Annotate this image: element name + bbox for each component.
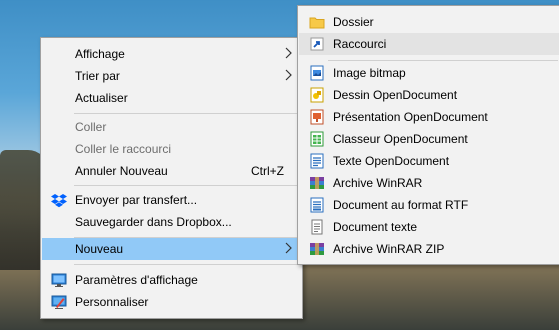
- menu-item-label: Dossier: [333, 15, 374, 29]
- menu-item-label: Affichage: [75, 47, 125, 61]
- desktop-context-menu: Affichage Trier par Actualiser Coller Co…: [40, 37, 303, 319]
- submenu-arrow-icon: [285, 69, 292, 81]
- menu-item-label: Envoyer par transfert...: [75, 193, 198, 207]
- winrar-zip-icon: [310, 243, 324, 255]
- menu-item-label: Archive WinRAR ZIP: [333, 242, 445, 256]
- menu-item-label: Document texte: [333, 220, 418, 234]
- submenu-item-image-bitmap[interactable]: Image bitmap: [299, 62, 559, 84]
- menu-separator: [328, 60, 558, 61]
- menu-item-label: Sauvegarder dans Dropbox...: [75, 215, 232, 229]
- menu-item-label: Présentation OpenDocument: [333, 110, 488, 124]
- new-submenu: Dossier Raccourci Image bitmap Dessin Op…: [297, 5, 559, 265]
- menu-item-label: Trier par: [75, 69, 120, 83]
- opendocument-spreadsheet-icon: [310, 131, 324, 147]
- submenu-item-document-texte[interactable]: Document texte: [299, 216, 559, 238]
- menu-item-label: Coller le raccourci: [75, 142, 172, 156]
- menu-separator: [74, 264, 300, 265]
- menu-item-sauvegarder-dropbox[interactable]: Sauvegarder dans Dropbox...: [42, 211, 301, 233]
- menu-item-parametres-affichage[interactable]: Paramètres d'affichage: [42, 269, 301, 291]
- menu-item-personnaliser[interactable]: Personnaliser: [42, 291, 301, 313]
- winrar-archive-icon: [310, 177, 324, 189]
- menu-item-coller: Coller: [42, 116, 301, 138]
- submenu-item-dossier[interactable]: Dossier: [299, 11, 559, 33]
- menu-item-affichage[interactable]: Affichage: [42, 43, 301, 65]
- submenu-item-archive-winrar-zip[interactable]: Archive WinRAR ZIP: [299, 238, 559, 260]
- menu-item-label: Personnaliser: [75, 295, 149, 309]
- menu-item-label: Coller: [75, 120, 107, 134]
- menu-item-label: Archive WinRAR: [333, 176, 423, 190]
- opendocument-presentation-icon: [310, 109, 324, 125]
- submenu-item-archive-winrar[interactable]: Archive WinRAR: [299, 172, 559, 194]
- submenu-item-dessin-opendocument[interactable]: Dessin OpenDocument: [299, 84, 559, 106]
- menu-item-nouveau[interactable]: Nouveau: [42, 238, 301, 260]
- menu-separator: [74, 113, 300, 114]
- menu-item-trier-par[interactable]: Trier par: [42, 65, 301, 87]
- submenu-arrow-icon: [285, 242, 292, 254]
- opendocument-drawing-icon: [310, 87, 324, 103]
- menu-item-coller-raccourci: Coller le raccourci: [42, 138, 301, 160]
- menu-item-envoyer-par-transfert[interactable]: Envoyer par transfert...: [42, 189, 301, 211]
- submenu-arrow-icon: [285, 47, 292, 59]
- menu-separator: [74, 185, 300, 186]
- display-settings-icon: [51, 273, 67, 287]
- menu-item-label: Image bitmap: [333, 66, 406, 80]
- text-document-icon: [311, 219, 323, 235]
- personalize-icon: [51, 295, 67, 309]
- folder-icon: [309, 17, 325, 29]
- menu-item-label: Paramètres d'affichage: [75, 273, 198, 287]
- menu-item-shortcut: Ctrl+Z: [251, 164, 284, 178]
- menu-item-label: Nouveau: [75, 242, 124, 256]
- menu-item-label: Document au format RTF: [333, 198, 469, 212]
- submenu-item-classeur-opendocument[interactable]: Classeur OpenDocument: [299, 128, 559, 150]
- menu-item-actualiser[interactable]: Actualiser: [42, 87, 301, 109]
- dropbox-icon: [51, 194, 67, 208]
- menu-item-label: Actualiser: [75, 91, 128, 105]
- menu-item-annuler-nouveau[interactable]: Annuler Nouveau Ctrl+Z: [42, 160, 301, 182]
- bitmap-image-icon: [310, 65, 324, 81]
- submenu-item-presentation-opendocument[interactable]: Présentation OpenDocument: [299, 106, 559, 128]
- submenu-item-raccourci[interactable]: Raccourci: [299, 33, 559, 55]
- rtf-document-icon: [310, 197, 324, 213]
- submenu-item-document-rtf[interactable]: Document au format RTF: [299, 194, 559, 216]
- shortcut-icon: [310, 37, 324, 51]
- menu-item-label: Classeur OpenDocument: [333, 132, 468, 146]
- menu-item-label: Raccourci: [333, 37, 387, 51]
- submenu-item-texte-opendocument[interactable]: Texte OpenDocument: [299, 150, 559, 172]
- menu-item-label: Texte OpenDocument: [333, 154, 450, 168]
- menu-item-label: Annuler Nouveau: [75, 164, 168, 178]
- opendocument-text-icon: [310, 153, 324, 169]
- menu-item-label: Dessin OpenDocument: [333, 88, 458, 102]
